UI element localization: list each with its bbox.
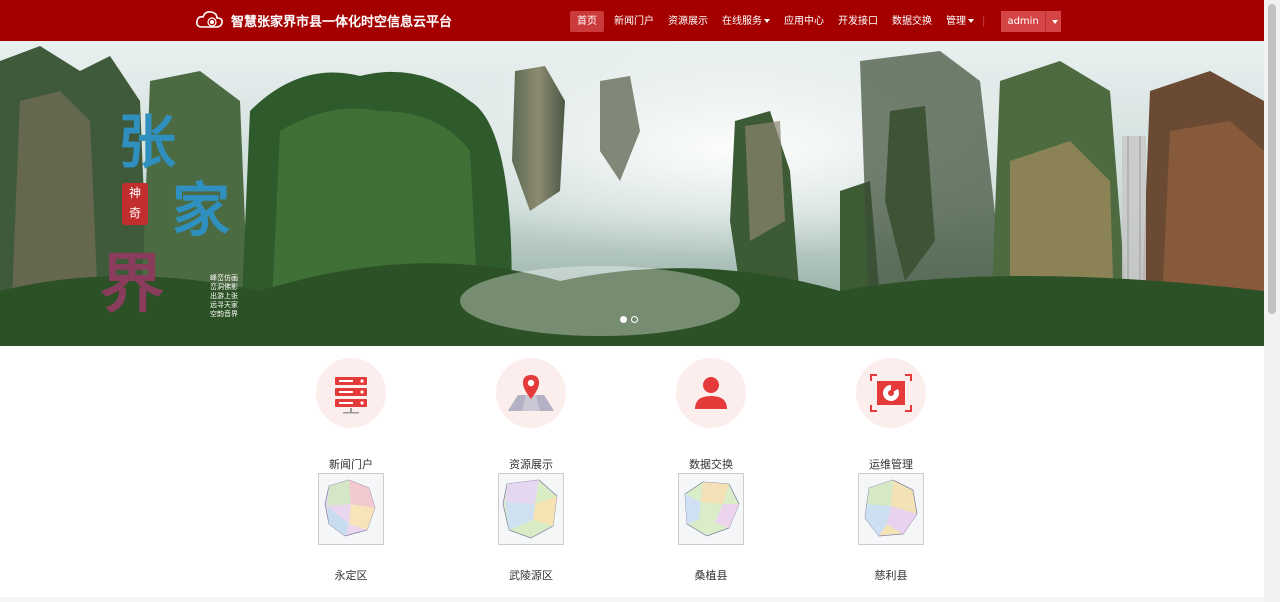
service-resources[interactable]: 资源展示 [471,358,591,472]
service-label: 运维管理 [869,458,913,471]
hero-banner: 张 家 界 神 奇 峰峦仿画 峦洞佛影 出游上张 远寻天家 空韵音界 [0,41,1264,346]
district-wulingyuan[interactable]: 武陵源区 [471,473,591,583]
district-yongding[interactable]: 永定区 [291,473,411,583]
seal-stamp: 神 奇 [122,183,148,225]
user-menu-button[interactable]: admin [1001,11,1061,32]
server-icon [316,358,386,428]
district-map-icon [678,473,744,545]
nav-data-exchange-label: 数据交换 [892,16,932,27]
nav-resources-label: 资源展示 [668,16,708,27]
nav-dev-api-label: 开发接口 [838,16,878,27]
app-title: 智慧张家界市县一体化时空信息云平台 [231,14,453,30]
brand[interactable]: 智慧张家界市县一体化时空信息云平台 [195,8,452,32]
district-map-icon [318,473,384,545]
cloud-icon [196,11,223,28]
nav-resources[interactable]: 资源展示 [664,11,712,32]
footer-divider [0,597,1264,602]
chevron-down-icon [968,19,974,23]
calligraphy-zhang: 张 [118,108,177,176]
poem-text: 峰峦仿画 峦洞佛影 出游上张 远寻天家 空韵音界 [210,274,238,319]
nav-admin-label: 管理 [946,16,966,27]
service-news-portal[interactable]: 新闻门户 [291,358,411,472]
seal-char-2: 奇 [128,206,141,220]
top-navbar: 智慧张家界市县一体化时空信息云平台 首页 新闻门户 资源展示 在线服务 应用中心… [0,0,1264,41]
chevron-down-icon [1051,19,1058,24]
service-label: 资源展示 [509,458,553,471]
scrollbar-thumb[interactable] [1268,4,1276,314]
poem-line: 峦洞佛影 [210,283,238,291]
poem-line: 出游上张 [210,292,238,300]
user-icon [676,358,746,428]
calligraphy-jie: 界 [100,247,164,322]
district-map-icon [498,473,564,545]
page-scrollbar[interactable] [1264,0,1280,602]
service-label: 新闻门户 [329,458,373,471]
district-label: 桑植县 [694,569,728,582]
nav-online-services-label: 在线服务 [722,16,762,27]
poem-line: 空韵音界 [210,310,238,318]
nav-data-exchange[interactable]: 数据交换 [888,11,936,32]
poem-line: 远寻天家 [210,301,238,309]
district-label: 永定区 [334,569,368,582]
calligraphy-jia: 家 [172,176,231,244]
service-ops-management[interactable]: 运维管理 [831,358,951,472]
nav-news[interactable]: 新闻门户 [610,11,658,32]
nav-home[interactable]: 首页 [570,11,604,32]
service-data-exchange[interactable]: 数据交换 [651,358,771,472]
district-sangzhi[interactable]: 桑植县 [651,473,771,583]
nav-admin[interactable]: 管理 [942,11,978,32]
nav-app-center[interactable]: 应用中心 [780,11,828,32]
district-label: 慈利县 [874,569,908,582]
poem-line: 峰峦仿画 [210,274,238,282]
carousel-dot-2[interactable] [631,316,638,323]
map-pin-icon [496,358,566,428]
district-map-icon [858,473,924,545]
nav-news-label: 新闻门户 [614,16,654,27]
nav-online-services[interactable]: 在线服务 [718,11,774,32]
user-name: admin [1007,16,1039,27]
nav-dev-api[interactable]: 开发接口 [834,11,882,32]
monitor-chart-icon [856,358,926,428]
seal-char-1: 神 [128,186,141,200]
user-menu-toggle[interactable] [1045,11,1061,32]
chevron-down-icon [764,19,770,23]
nav-separator: | [982,16,986,27]
main-nav: 首页 新闻门户 资源展示 在线服务 应用中心 开发接口 数据交换 管理 | [570,11,985,32]
nav-home-label: 首页 [577,16,597,27]
district-cili[interactable]: 慈利县 [831,473,951,583]
carousel-dot-1[interactable] [620,316,627,323]
service-label: 数据交换 [689,458,733,471]
nav-app-center-label: 应用中心 [784,16,824,27]
carousel-indicators [620,316,638,323]
district-label: 武陵源区 [509,569,553,582]
